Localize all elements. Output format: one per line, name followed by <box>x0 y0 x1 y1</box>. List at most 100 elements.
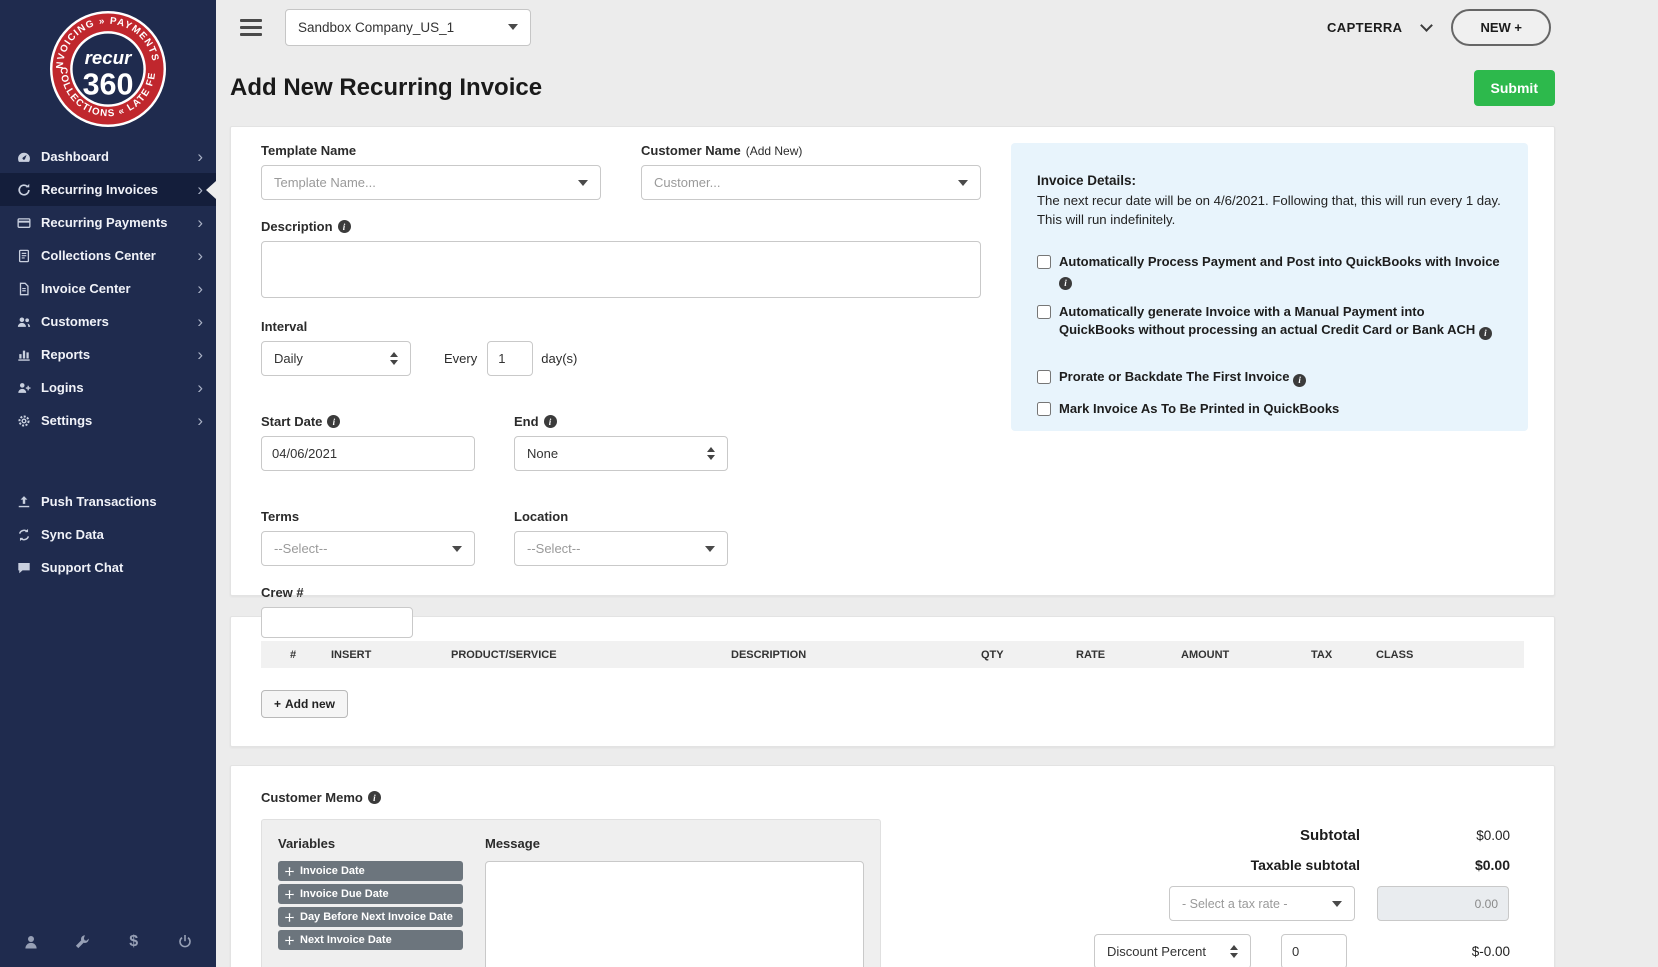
hamburger-menu-icon[interactable] <box>240 19 262 36</box>
upload-icon <box>16 494 32 510</box>
sidebar-item-label: Logins <box>41 380 197 395</box>
capterra-link[interactable]: CAPTERRA <box>1327 20 1402 35</box>
company-selector[interactable]: Sandbox Company_US_1 <box>285 9 531 46</box>
info-icon[interactable] <box>1293 374 1306 387</box>
print-in-quickbooks-checkbox[interactable] <box>1037 402 1051 416</box>
chevron-right-icon: › <box>197 247 203 264</box>
chevron-right-icon: › <box>197 346 203 363</box>
page-title: Add New Recurring Invoice <box>230 74 542 102</box>
variable-chip-invoice-date[interactable]: Invoice Date <box>278 861 463 881</box>
sidebar-item-settings[interactable]: Settings › <box>0 404 216 437</box>
plus-icon <box>274 697 281 711</box>
prorate-backdate-checkbox[interactable] <box>1037 370 1051 384</box>
sidebar-item-support-chat[interactable]: Support Chat <box>0 551 216 584</box>
taxable-subtotal-value: $0.00 <box>1360 857 1510 873</box>
totals-panel: Subtotal $0.00 Taxable subtotal $0.00 - … <box>1094 819 1524 967</box>
invoice-details-heading: Invoice Details: <box>1037 173 1502 188</box>
start-date-label: Start Date <box>261 414 322 429</box>
sidebar-item-label: Customers <box>41 314 197 329</box>
description-textarea[interactable] <box>261 241 981 298</box>
col-number: # <box>261 649 325 661</box>
terms-value: --Select-- <box>274 541 327 556</box>
info-icon[interactable] <box>1059 277 1072 290</box>
variable-chip-day-before-next-invoice-date[interactable]: Day Before Next Invoice Date <box>278 907 463 927</box>
print-in-quickbooks-checkbox-row[interactable]: Mark Invoice As To Be Printed in QuickBo… <box>1037 400 1502 418</box>
message-textarea[interactable] <box>485 861 864 967</box>
memo-panel: Variables Invoice Date Invoice Due Date <box>261 819 881 967</box>
end-select[interactable]: None <box>514 436 728 471</box>
sidebar-item-collections-center[interactable]: Collections Center › <box>0 239 216 272</box>
auto-generate-manual-payment-checkbox-row[interactable]: Automatically generate Invoice with a Ma… <box>1037 303 1502 340</box>
sidebar-item-logins[interactable]: Logins › <box>0 371 216 404</box>
chevron-down-icon[interactable] <box>1421 19 1434 32</box>
location-value: --Select-- <box>527 541 580 556</box>
start-date-input[interactable] <box>261 436 475 471</box>
invoice-file-icon <box>16 281 32 297</box>
template-name-select[interactable]: Template Name... <box>261 165 601 200</box>
caret-down-icon <box>958 180 968 186</box>
sidebar-item-customers[interactable]: Customers › <box>0 305 216 338</box>
recur360-logo: INVOICING » PAYMENTS » « COLLECTIONS « L… <box>0 0 216 140</box>
caret-down-icon <box>578 180 588 186</box>
crew-input[interactable] <box>261 607 413 638</box>
memo-totals-card: Customer Memo Variables Invoice Date <box>230 765 1555 967</box>
tax-amount-input <box>1377 886 1509 921</box>
submit-button[interactable]: Submit <box>1474 70 1555 106</box>
sidebar-item-recurring-payments[interactable]: Recurring Payments › <box>0 206 216 239</box>
info-icon[interactable] <box>338 220 351 233</box>
billing-dollar-icon[interactable]: $ <box>125 933 143 951</box>
new-button[interactable]: NEW + <box>1451 9 1551 46</box>
document-list-icon <box>16 248 32 264</box>
sidebar-item-dashboard[interactable]: Dashboard › <box>0 140 216 173</box>
location-label: Location <box>514 509 568 524</box>
sidebar-item-sync-data[interactable]: Sync Data <box>0 518 216 551</box>
invoice-form-card: Template Name Template Name... Customer … <box>230 126 1555 596</box>
svg-text:recur: recur <box>85 47 133 68</box>
chevron-right-icon: › <box>197 280 203 297</box>
tools-wrench-icon[interactable] <box>73 933 91 951</box>
discount-value-input[interactable] <box>1281 934 1347 967</box>
col-tax: TAX <box>1305 649 1370 661</box>
power-logout-icon[interactable] <box>176 933 194 951</box>
tax-rate-select[interactable]: - Select a tax rate - <box>1169 886 1355 921</box>
terms-select[interactable]: --Select-- <box>261 531 475 566</box>
col-description: DESCRIPTION <box>725 649 975 661</box>
add-new-customer-link[interactable]: (Add New) <box>746 144 803 158</box>
description-label: Description <box>261 219 333 234</box>
sidebar-item-reports[interactable]: Reports › <box>0 338 216 371</box>
sidebar-item-label: Recurring Payments <box>41 215 197 230</box>
interval-label: Interval <box>261 319 307 334</box>
end-value: None <box>527 446 558 461</box>
sidebar-item-recurring-invoices[interactable]: Recurring Invoices › <box>0 173 216 206</box>
interval-count-input[interactable] <box>487 341 533 376</box>
info-icon[interactable] <box>327 415 340 428</box>
variable-chip-next-invoice-date[interactable]: Next Invoice Date <box>278 930 463 950</box>
end-label: End <box>514 414 539 429</box>
sidebar-item-label: Collections Center <box>41 248 197 263</box>
info-icon[interactable] <box>368 791 381 804</box>
sidebar-item-push-transactions[interactable]: Push Transactions <box>0 485 216 518</box>
discount-type-select[interactable]: Discount Percent <box>1094 934 1251 967</box>
interval-select[interactable]: Daily <box>261 341 411 376</box>
sidebar-item-invoice-center[interactable]: Invoice Center › <box>0 272 216 305</box>
auto-process-payment-checkbox[interactable] <box>1037 255 1051 269</box>
info-icon[interactable] <box>544 415 557 428</box>
col-rate: RATE <box>1070 649 1175 661</box>
invoice-details-panel: Invoice Details: The next recur date wil… <box>1011 143 1528 431</box>
sidebar-item-label: Sync Data <box>41 527 203 542</box>
topbar: Sandbox Company_US_1 CAPTERRA NEW + <box>216 0 1658 54</box>
user-account-icon[interactable] <box>22 933 40 951</box>
sidebar-item-label: Invoice Center <box>41 281 197 296</box>
caret-down-icon <box>508 24 518 30</box>
auto-generate-manual-payment-checkbox[interactable] <box>1037 305 1051 319</box>
add-line-item-button[interactable]: Add new <box>261 690 348 718</box>
spinner-icon <box>707 447 715 460</box>
auto-process-payment-checkbox-row[interactable]: Automatically Process Payment and Post i… <box>1037 253 1502 290</box>
spinner-icon <box>390 352 398 365</box>
tax-rate-placeholder: - Select a tax rate - <box>1182 897 1288 911</box>
location-select[interactable]: --Select-- <box>514 531 728 566</box>
prorate-backdate-checkbox-row[interactable]: Prorate or Backdate The First Invoice <box>1037 368 1502 387</box>
info-icon[interactable] <box>1479 327 1492 340</box>
variable-chip-invoice-due-date[interactable]: Invoice Due Date <box>278 884 463 904</box>
customer-select[interactable]: Customer... <box>641 165 981 200</box>
